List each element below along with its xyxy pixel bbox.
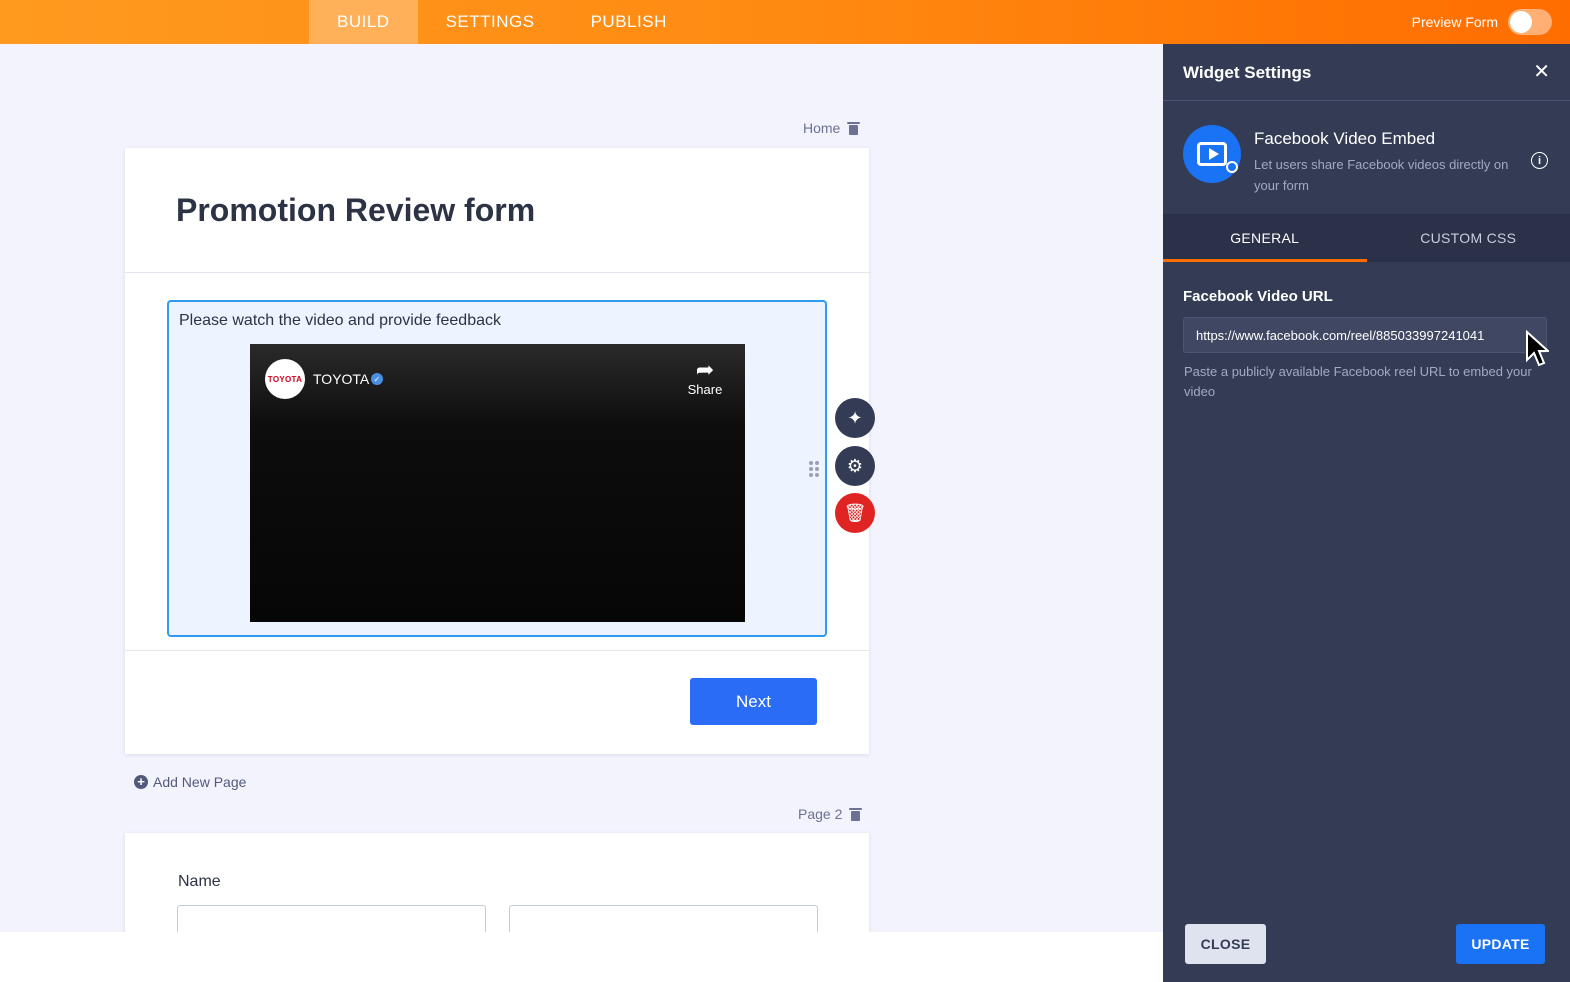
widget-description: Let users share Facebook videos directly…	[1254, 157, 1509, 193]
add-new-page-button[interactable]: + Add New Page	[134, 774, 246, 790]
update-button[interactable]: UPDATE	[1456, 924, 1545, 964]
channel-name: TOYOTA	[313, 371, 370, 387]
video-embed-icon	[1183, 125, 1241, 183]
channel-logo: TOYOTA	[265, 359, 305, 399]
close-button[interactable]: CLOSE	[1185, 924, 1266, 964]
preview-form-label: Preview Form	[1411, 14, 1498, 30]
gear-icon: ⚙	[846, 455, 864, 476]
field-label: Please watch the video and provide feedb…	[179, 312, 501, 329]
share-label: Share	[687, 382, 723, 397]
video-embed-field[interactable]: Please watch the video and provide feedb…	[167, 300, 827, 637]
page-name: Home	[803, 120, 841, 136]
widget-name: Facebook Video Embed	[1254, 129, 1436, 148]
share-arrow-icon: ➦	[695, 357, 715, 382]
main-nav: BUILD SETTINGS PUBLISH	[309, 0, 695, 44]
next-button[interactable]: Next	[690, 678, 817, 725]
preview-form-control: Preview Form	[1412, 9, 1552, 35]
facebook-video-url-input[interactable]: https://www.facebook.com/reel/8850339972…	[1183, 317, 1547, 353]
tab-build[interactable]: BUILD	[309, 0, 418, 44]
url-help-text: Paste a publicly available Facebook reel…	[1184, 364, 1532, 399]
form-page2-card: Name	[125, 833, 869, 932]
url-field-label: Facebook Video URL	[1183, 288, 1333, 305]
page-label-home: Home	[803, 120, 861, 136]
page-label-page2: Page 2	[798, 806, 863, 822]
trash-icon[interactable]	[847, 121, 861, 135]
tab-custom-css[interactable]: CUSTOM CSS	[1367, 214, 1570, 262]
verified-badge-icon: ✓	[371, 373, 383, 385]
magic-wand-icon: ✦	[847, 407, 863, 428]
mouse-cursor-icon	[1526, 330, 1549, 367]
trash-icon: 🗑	[843, 502, 867, 523]
delete-field-button[interactable]: 🗑	[835, 493, 875, 533]
panel-header: Widget Settings ✕	[1163, 44, 1570, 101]
plus-circle-icon: +	[134, 775, 148, 789]
magic-wand-button[interactable]: ✦	[835, 398, 875, 438]
form-canvas: Home Promotion Review form Next Please w…	[0, 44, 1163, 932]
widget-info: Facebook Video Embed Let users share Fac…	[1163, 101, 1570, 214]
panel-title: Widget Settings	[1183, 63, 1312, 82]
toggle-knob	[1510, 11, 1532, 33]
page-name: Page 2	[798, 806, 843, 822]
drag-handle-icon[interactable]	[809, 461, 819, 477]
add-page-label: Add New Page	[153, 774, 247, 790]
tab-general[interactable]: GENERAL	[1163, 214, 1367, 262]
tab-publish[interactable]: PUBLISH	[563, 0, 695, 44]
preview-toggle[interactable]	[1508, 9, 1552, 35]
divider	[125, 272, 869, 273]
panel-tabs: GENERAL CUSTOM CSS	[1163, 214, 1570, 262]
trash-icon[interactable]	[849, 807, 863, 821]
facebook-video-player[interactable]: TOYOTA TOYOTA ✓ ➦ Share	[250, 344, 745, 622]
last-name-input[interactable]	[509, 905, 818, 932]
share-button[interactable]: ➦ Share	[685, 357, 725, 398]
first-name-input[interactable]	[177, 905, 486, 932]
tab-settings[interactable]: SETTINGS	[418, 0, 563, 44]
divider	[125, 650, 869, 651]
info-icon[interactable]: i	[1531, 152, 1548, 169]
form-title[interactable]: Promotion Review form	[176, 192, 535, 229]
field-settings-button[interactable]: ⚙	[835, 446, 875, 486]
name-field-label: Name	[178, 873, 221, 890]
widget-settings-panel: Widget Settings ✕ Facebook Video Embed L…	[1163, 44, 1570, 982]
top-bar: BUILD SETTINGS PUBLISH Preview Form	[0, 0, 1570, 44]
close-icon[interactable]: ✕	[1533, 59, 1550, 84]
